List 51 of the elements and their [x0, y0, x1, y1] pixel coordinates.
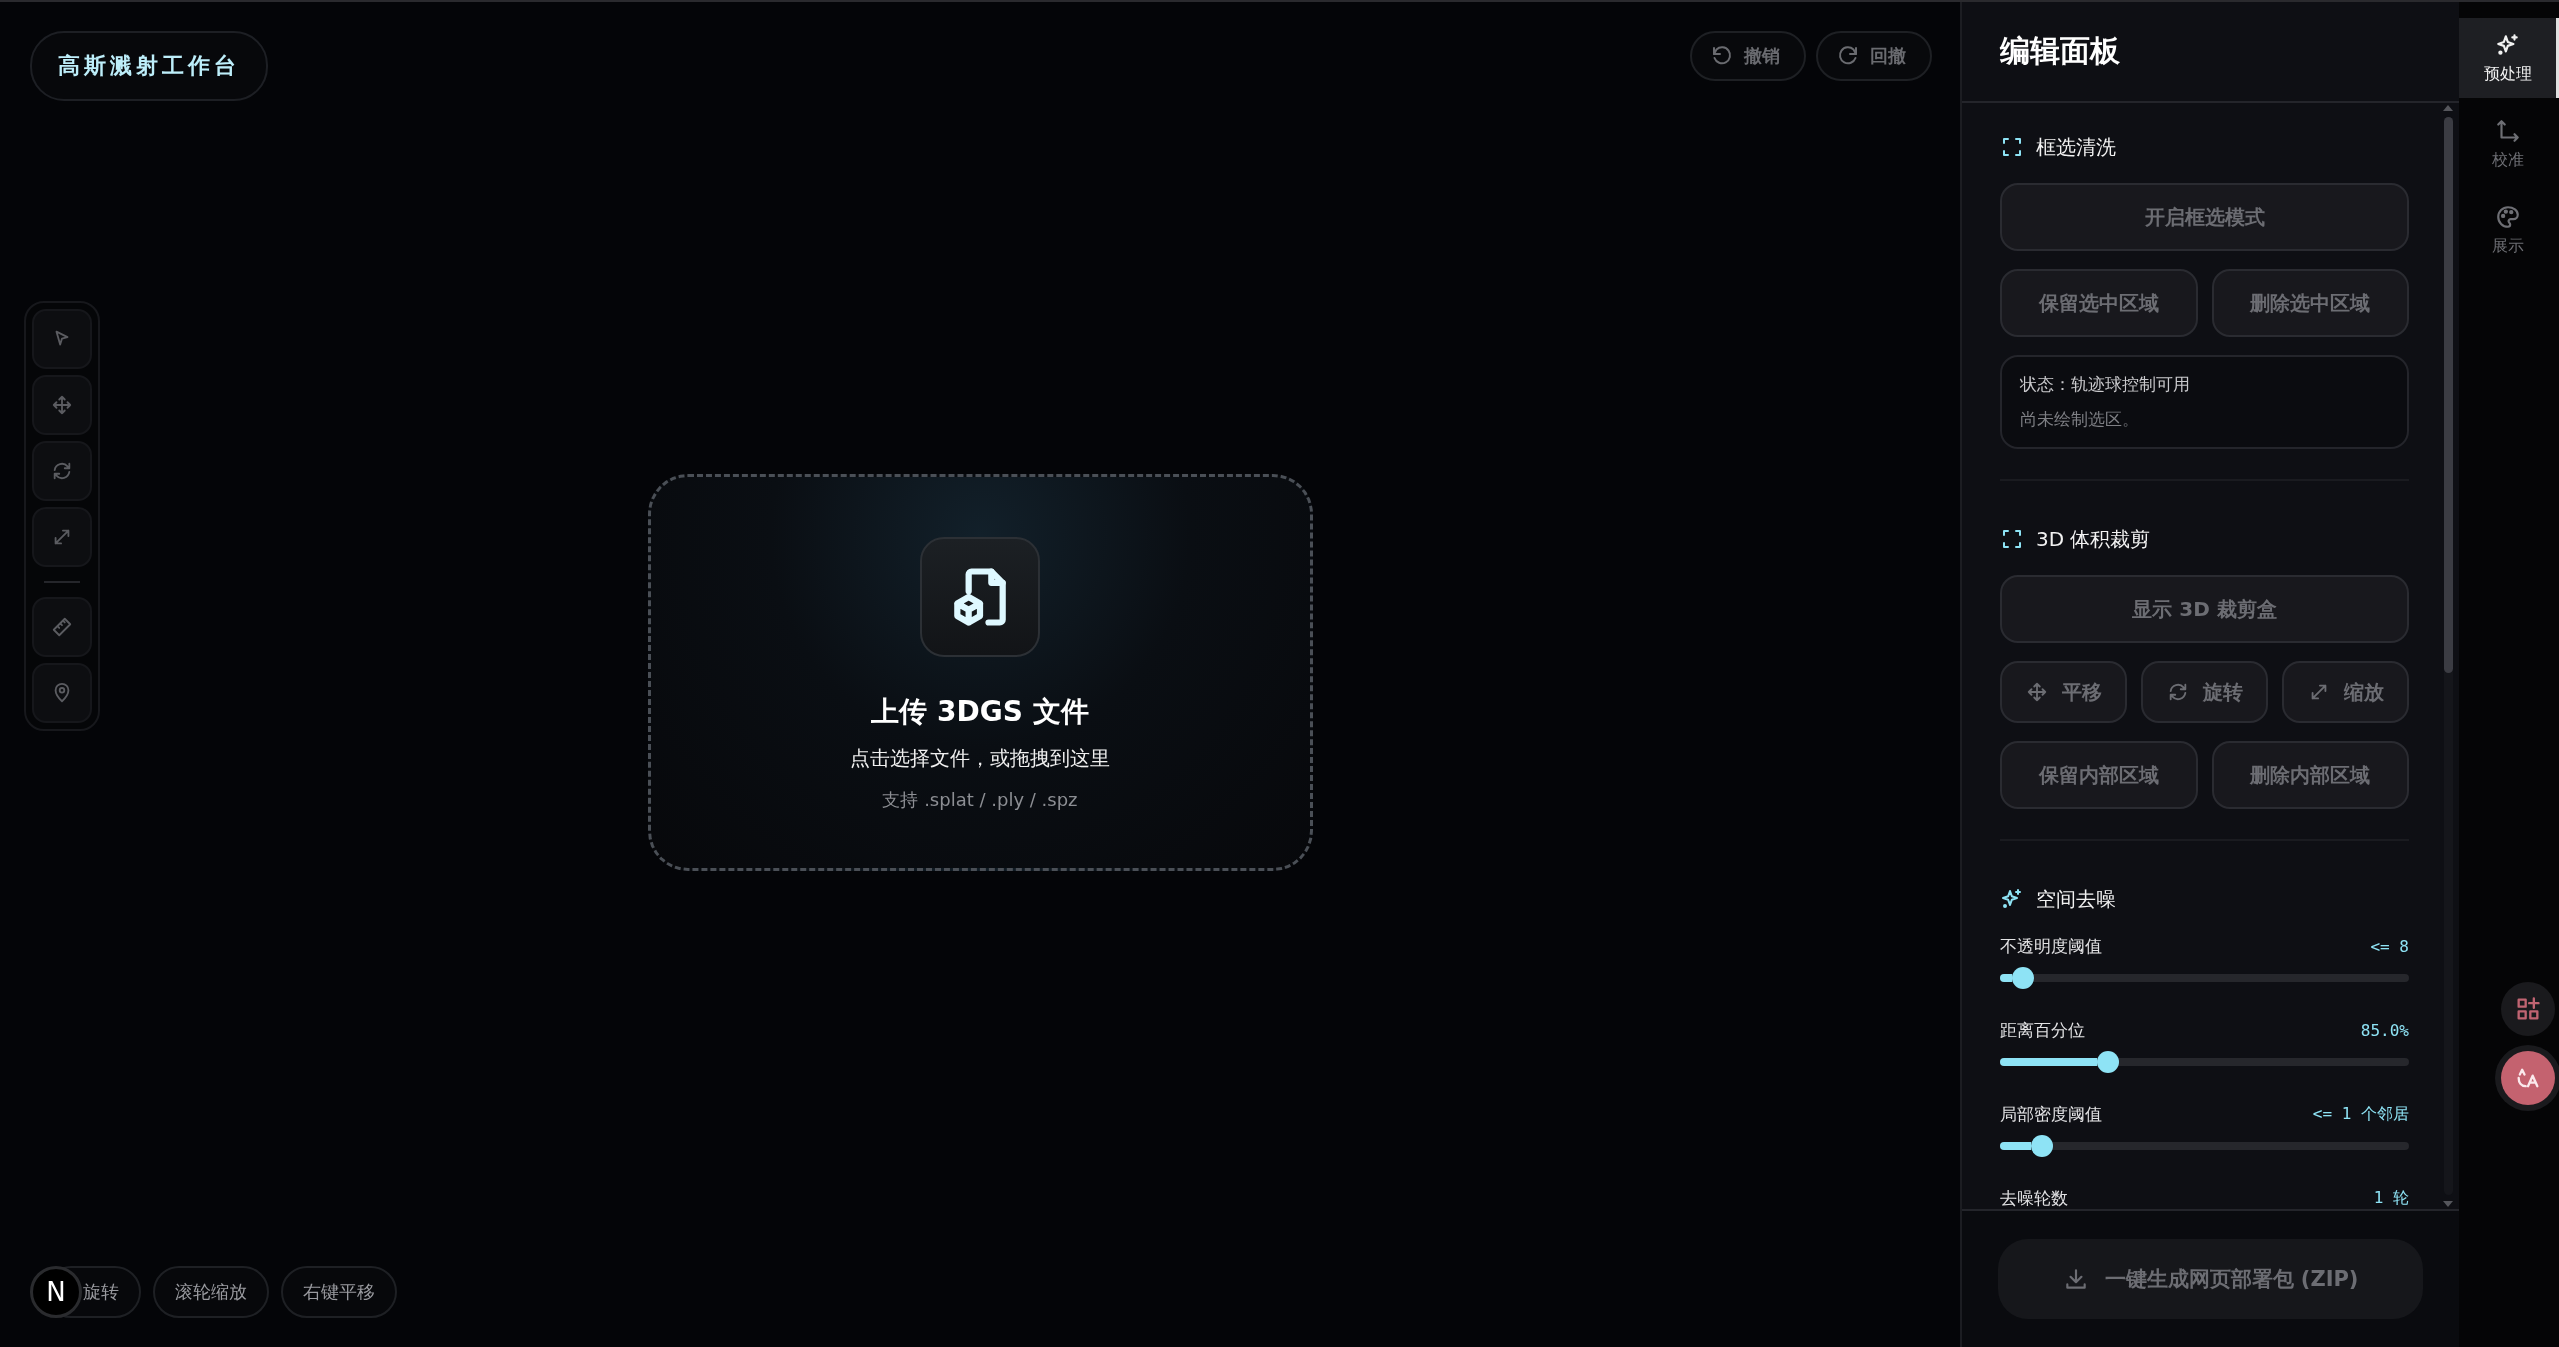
slider-value: 85.0%: [2360, 1021, 2409, 1040]
slider-track[interactable]: [2000, 967, 2409, 989]
slider-track[interactable]: [2000, 1051, 2409, 1073]
panel-title: 编辑面板: [2000, 32, 2120, 70]
move-icon: [51, 394, 73, 416]
status-text: 尚未绘制选区。: [2020, 408, 2140, 431]
slider-thumb[interactable]: [2096, 1051, 2119, 1073]
slider-label: 距离百分位: [2000, 1019, 2085, 1042]
slider-label: 局部密度阈值: [2000, 1103, 2102, 1126]
upload-instruction: 点击选择文件，或拖拽到这里: [850, 744, 1110, 772]
move-tool-button[interactable]: [32, 375, 92, 435]
dev-badge[interactable]: N: [30, 1266, 82, 1318]
sparkle-icon: [2494, 31, 2521, 58]
slider-value: <= 8: [2370, 937, 2409, 956]
ruler-tool-button[interactable]: [32, 597, 92, 657]
ruler-icon: [51, 616, 73, 638]
upload-dropzone[interactable]: 上传 3DGS 文件 点击选择文件，或拖拽到这里 支持 .splat / .ply / .spz: [647, 473, 1313, 871]
control-hint: 滚轮缩放: [153, 1266, 269, 1318]
sidebar-tab[interactable]: 展示: [2459, 190, 2559, 270]
slider-thumb[interactable]: [2030, 1135, 2053, 1157]
sidebar-tab[interactable]: 校准: [2459, 104, 2559, 184]
selection-frame-icon: [2000, 527, 2024, 551]
pin-tool-button[interactable]: [32, 663, 92, 723]
slider-value: <= 1 个邻居: [2312, 1104, 2409, 1125]
sparkle-icon: [2000, 887, 2024, 911]
scrollbar[interactable]: [2444, 117, 2453, 1195]
redo-button[interactable]: 回撤: [1816, 31, 1932, 81]
scroll-up-arrow[interactable]: [2443, 105, 2453, 111]
move-icon: [2025, 681, 2048, 703]
supported-formats: 支持 .splat / .ply / .spz: [882, 787, 1078, 812]
slider-thumb[interactable]: [2011, 967, 2034, 989]
section-title: 3D 体积裁剪: [2036, 525, 2151, 553]
section-title: 空间去噪: [2036, 885, 2116, 913]
scrollbar-thumb[interactable]: [2444, 117, 2453, 673]
slider-track[interactable]: [2000, 1135, 2409, 1157]
slider-label: 不透明度阈值: [2000, 935, 2102, 958]
sidebar-tab[interactable]: 预处理: [2459, 18, 2559, 98]
rotate-icon: [51, 460, 73, 482]
upload-title: 上传 3DGS 文件: [871, 693, 1089, 730]
apps-button[interactable]: [2501, 982, 2555, 1036]
palette-icon: [2494, 203, 2521, 230]
section-title: 框选清洗: [2036, 133, 2116, 161]
selection-frame-icon: [2000, 135, 2024, 159]
rotate-tool-button[interactable]: [32, 441, 92, 501]
axes-icon: [2494, 117, 2521, 144]
slider-label: 去噪轮数: [2000, 1187, 2068, 1209]
app-title: 高斯溅射工作台: [30, 31, 268, 101]
control-hint: 右键平移: [281, 1266, 397, 1318]
slider-value: 1 轮: [2373, 1188, 2409, 1209]
undo-button[interactable]: 撤销: [1690, 31, 1806, 81]
status-text: 状态：轨迹球控制可用: [2020, 373, 2191, 396]
